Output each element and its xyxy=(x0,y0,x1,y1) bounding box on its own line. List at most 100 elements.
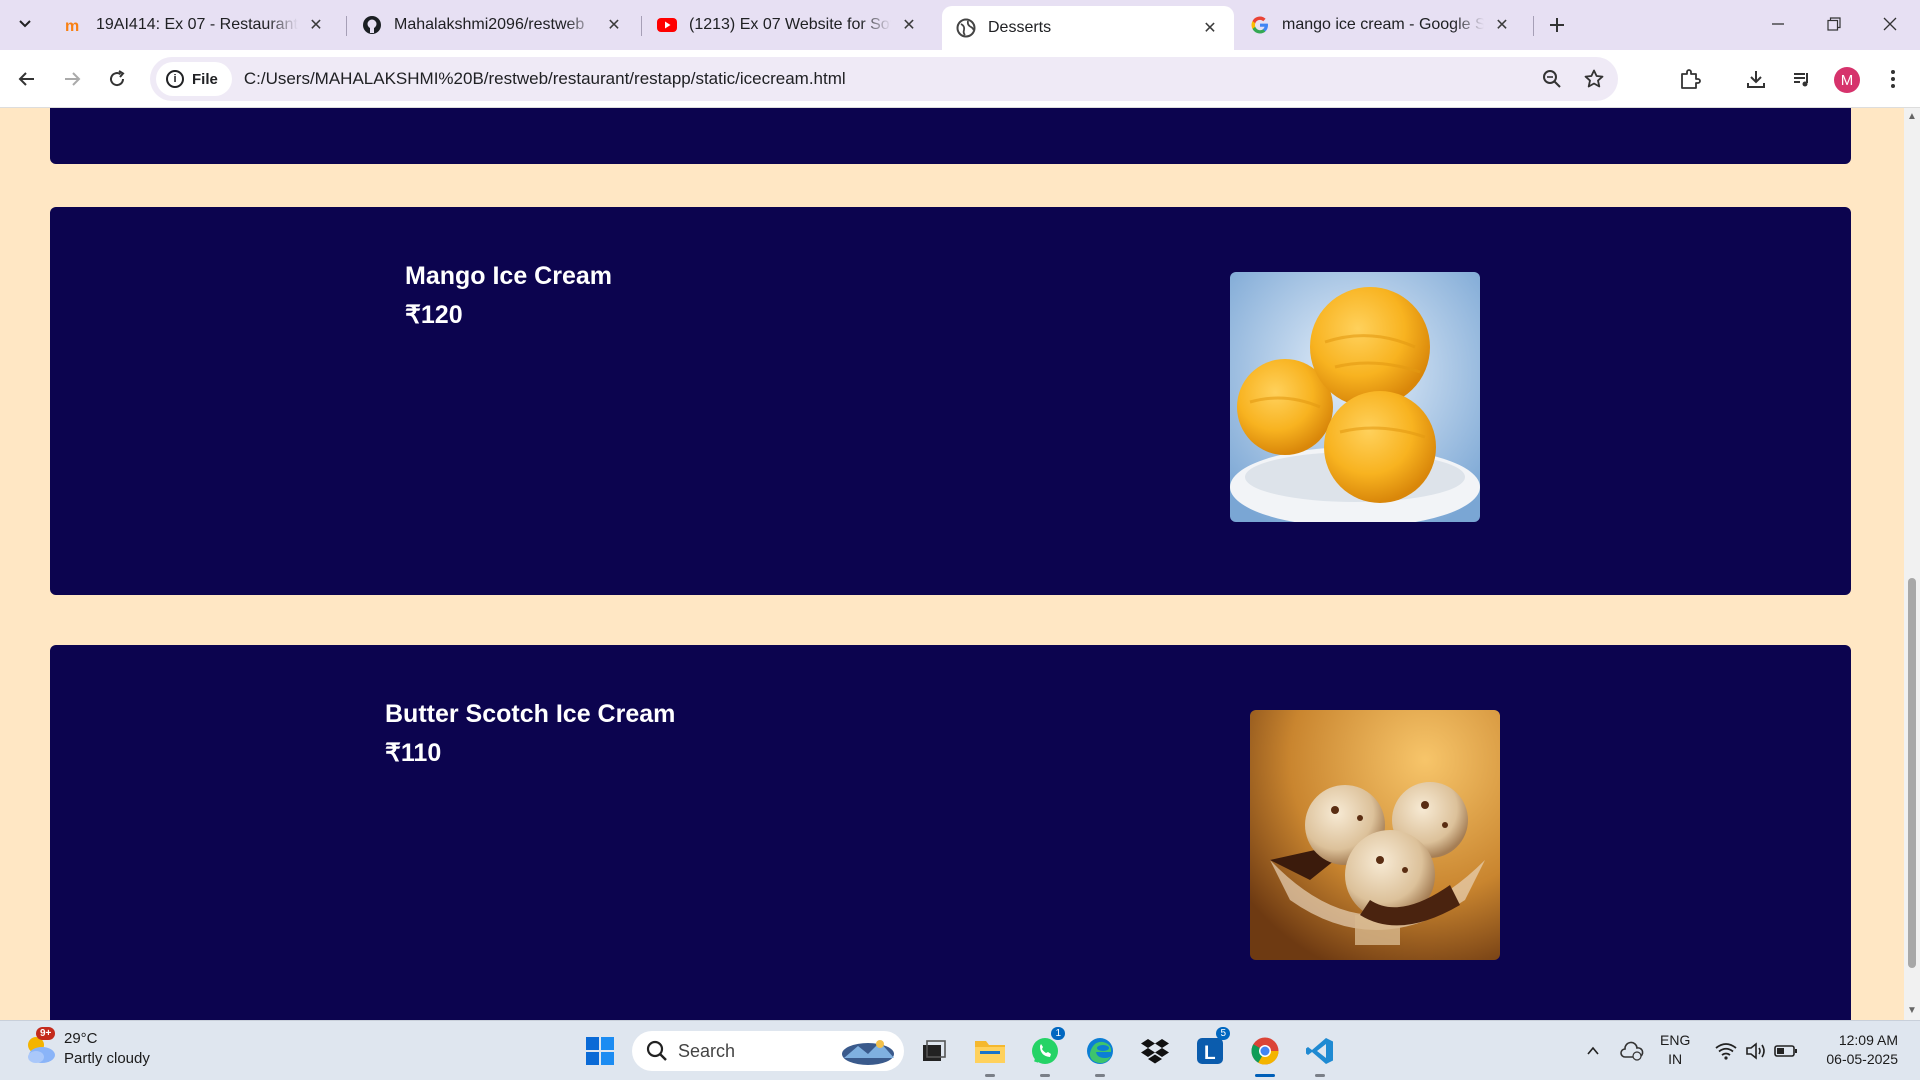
tab-title: 19AI414: Ex 07 - Restaurant Website xyxy=(96,16,298,33)
tab-desserts[interactable]: Desserts ✕ xyxy=(942,6,1234,50)
tab-title: Desserts xyxy=(988,19,1052,36)
tab-title: Mahalakshmi2096/restweb xyxy=(394,16,585,33)
scroll-down-icon[interactable]: ▼ xyxy=(1907,1006,1917,1016)
tab-github[interactable]: Mahalakshmi2096/restweb ✕ xyxy=(348,6,638,44)
svg-text:m: m xyxy=(65,18,79,35)
url-text[interactable]: C:/Users/MAHALAKSHMI%20B/restweb/restaur… xyxy=(244,69,1534,89)
page-scrollbar[interactable]: ▲ ▼ xyxy=(1904,108,1920,1020)
show-hidden-icons-button[interactable] xyxy=(1573,1031,1613,1071)
vscode-button[interactable] xyxy=(1300,1031,1340,1077)
puzzle-icon xyxy=(1681,69,1701,89)
onedrive-button[interactable] xyxy=(1612,1031,1652,1071)
extensions-button[interactable] xyxy=(1672,61,1708,97)
kebab-menu-icon xyxy=(1891,70,1895,88)
media-control-button[interactable] xyxy=(1784,61,1820,97)
item-price: ₹110 xyxy=(385,739,442,767)
scrollbar-thumb[interactable] xyxy=(1908,578,1916,968)
dropbox-icon xyxy=(1141,1039,1169,1064)
chrome-icon xyxy=(1251,1037,1279,1065)
svg-text:L: L xyxy=(1204,1043,1216,1064)
battery-icon xyxy=(1774,1045,1797,1057)
scroll-up-icon[interactable]: ▲ xyxy=(1907,112,1917,122)
browser-menu-button[interactable] xyxy=(1875,61,1911,97)
file-explorer-button[interactable] xyxy=(970,1031,1010,1077)
item-name: Mango Ice Cream xyxy=(405,262,613,290)
whatsapp-icon xyxy=(1032,1038,1058,1064)
windows-logo-icon xyxy=(586,1037,614,1065)
clock-time: 12:09 AM xyxy=(1838,1032,1898,1048)
l-app-button[interactable]: L 5 xyxy=(1190,1027,1230,1071)
reload-button[interactable] xyxy=(99,61,135,97)
globe-icon xyxy=(956,18,976,38)
info-icon: i xyxy=(166,70,184,88)
close-tab-icon[interactable]: ✕ xyxy=(899,15,919,35)
weather-condition: Partly cloudy xyxy=(64,1050,150,1067)
task-view-button[interactable] xyxy=(914,1031,954,1071)
tab-google-search[interactable]: mango ice cream - Google Search ✕ xyxy=(1236,6,1526,44)
battery-button[interactable] xyxy=(1766,1031,1806,1071)
language-indicator[interactable]: ENG IN xyxy=(1660,1031,1690,1069)
start-button[interactable] xyxy=(580,1031,620,1071)
partly-cloudy-icon: 9+ xyxy=(22,1027,58,1067)
taskbar-search[interactable]: Search xyxy=(632,1031,904,1071)
tab-strip: m 19AI414: Ex 07 - Restaurant Website ✕ … xyxy=(0,0,1920,50)
tab-youtube[interactable]: (1213) Ex 07 Website for Software Compan… xyxy=(643,6,933,44)
close-icon xyxy=(1883,17,1897,31)
weather-badge: 9+ xyxy=(36,1027,56,1040)
forward-button[interactable] xyxy=(54,61,90,97)
bookmark-star-icon[interactable] xyxy=(1576,61,1612,97)
moodle-icon: m xyxy=(64,15,84,35)
search-highlight-icon xyxy=(842,1040,894,1065)
speaker-icon xyxy=(1746,1042,1765,1060)
tab-search-button[interactable] xyxy=(8,7,42,41)
menu-card: Mango Ice Cream ₹120 xyxy=(50,207,1851,595)
github-icon xyxy=(362,15,382,35)
arrow-left-icon xyxy=(18,72,34,86)
profile-avatar[interactable]: M xyxy=(1834,67,1860,93)
zoom-icon[interactable] xyxy=(1534,61,1570,97)
site-chip-label: File xyxy=(192,70,218,88)
minimize-button[interactable] xyxy=(1750,0,1806,48)
tab-moodle[interactable]: m 19AI414: Ex 07 - Restaurant Website ✕ xyxy=(50,6,340,44)
item-price: ₹120 xyxy=(405,301,463,329)
chrome-button[interactable] xyxy=(1245,1031,1285,1077)
cloud-sync-icon xyxy=(1620,1041,1644,1061)
edge-button[interactable] xyxy=(1080,1031,1120,1077)
item-name: Butter Scotch Ice Cream xyxy=(385,700,676,728)
address-bar[interactable]: i File C:/Users/MAHALAKSHMI%20B/restweb/… xyxy=(150,57,1618,101)
close-tab-icon[interactable]: ✕ xyxy=(1492,15,1512,35)
close-tab-icon[interactable]: ✕ xyxy=(1200,18,1220,38)
vscode-icon xyxy=(1306,1038,1333,1064)
wifi-icon xyxy=(1715,1043,1737,1060)
downloads-button[interactable] xyxy=(1738,61,1774,97)
menu-card: Butter Scotch Ice Cream ₹110 xyxy=(50,645,1851,1020)
dropbox-button[interactable] xyxy=(1135,1031,1175,1071)
back-button[interactable] xyxy=(9,61,45,97)
site-info-chip[interactable]: i File xyxy=(156,62,232,96)
clock[interactable]: 12:09 AM 06-05-2025 xyxy=(1814,1031,1898,1069)
butterscotch-ice-cream-photo xyxy=(1250,710,1500,960)
restore-icon xyxy=(1827,17,1841,31)
google-icon xyxy=(1250,15,1270,35)
language-line1: ENG xyxy=(1660,1032,1691,1048)
new-tab-button[interactable] xyxy=(1542,10,1572,40)
arrow-right-icon xyxy=(65,72,81,86)
search-placeholder: Search xyxy=(678,1040,736,1061)
chevron-up-icon xyxy=(1587,1046,1599,1055)
close-tab-icon[interactable]: ✕ xyxy=(306,15,326,35)
windows-taskbar: 9+ 29°C Partly cloudy Search 1 L 5 ENG I… xyxy=(0,1020,1920,1080)
download-icon xyxy=(1747,71,1765,88)
mango-ice-cream-photo xyxy=(1230,272,1480,522)
restore-button[interactable] xyxy=(1806,0,1862,48)
close-tab-icon[interactable]: ✕ xyxy=(604,15,624,35)
minimize-icon xyxy=(1772,23,1784,25)
whatsapp-badge: 1 xyxy=(1051,1027,1065,1040)
language-line2: IN xyxy=(1668,1051,1683,1067)
close-window-button[interactable] xyxy=(1862,0,1918,48)
l-app-icon: L xyxy=(1197,1038,1223,1064)
tab-title: (1213) Ex 07 Website for Software Compan… xyxy=(689,16,891,33)
folder-icon xyxy=(975,1041,1005,1063)
tab-title: mango ice cream - Google Search xyxy=(1282,16,1484,33)
whatsapp-button[interactable]: 1 xyxy=(1025,1027,1065,1077)
weather-widget[interactable]: 9+ 29°C Partly cloudy xyxy=(22,1027,150,1069)
